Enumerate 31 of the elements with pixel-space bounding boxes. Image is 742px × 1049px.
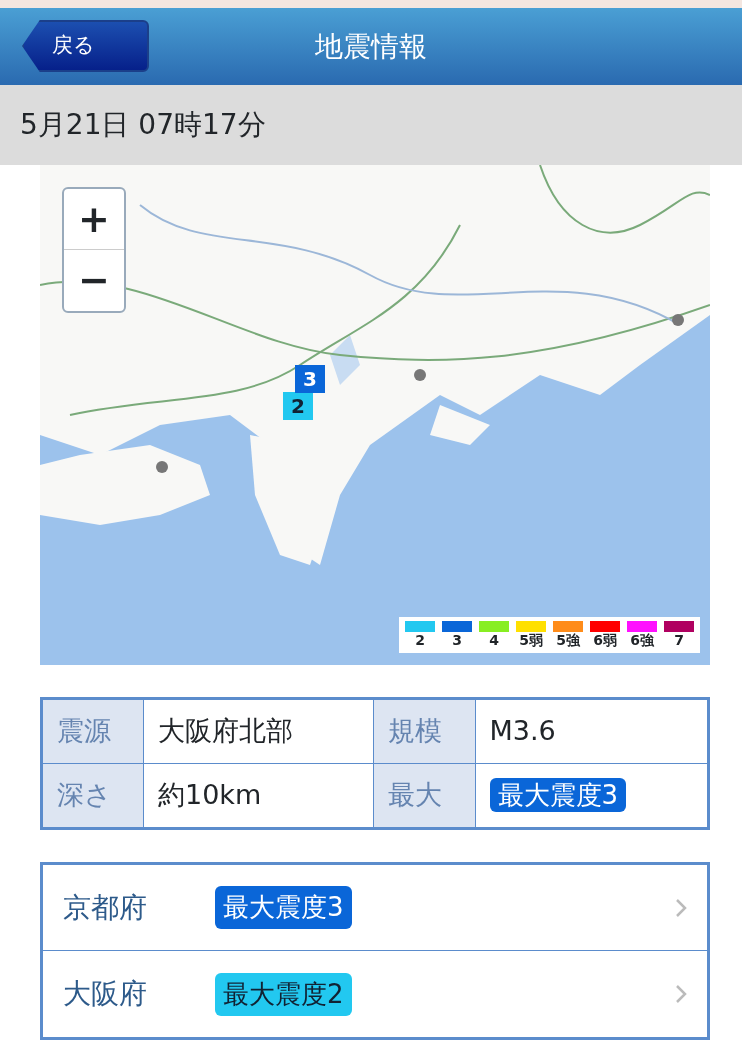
zoom-out-button[interactable]: − xyxy=(64,250,124,311)
intensity-badge: 最大震度2 xyxy=(215,972,352,1016)
legend-label: 6弱 xyxy=(593,632,617,649)
info-value: 大阪府北部 xyxy=(158,715,293,747)
region-row[interactable]: 大阪府 最大震度2 xyxy=(43,951,707,1037)
info-label: 最大 xyxy=(373,763,476,829)
legend-label: 3 xyxy=(452,632,462,649)
back-button[interactable]: 戻る xyxy=(22,20,149,72)
region-row[interactable]: 京都府 最大震度3 xyxy=(43,865,707,951)
chevron-right-icon xyxy=(675,897,687,918)
legend-label: 7 xyxy=(674,632,684,649)
legend-label: 4 xyxy=(489,632,499,649)
intensity-badge: 最大震度3 xyxy=(489,778,627,813)
screen-title: 地震情報 xyxy=(315,28,427,65)
legend-label: 2 xyxy=(415,632,425,649)
date-time: 5月21日 07時17分 xyxy=(20,107,266,143)
legend-label: 6強 xyxy=(630,632,654,649)
info-label: 規模 xyxy=(373,698,476,764)
legend-label: 5強 xyxy=(556,632,580,649)
region-name: 京都府 xyxy=(63,889,148,926)
chevron-right-icon xyxy=(675,984,687,1004)
info-value: 約10km xyxy=(158,779,262,811)
zoom-in-button[interactable]: + xyxy=(64,189,124,250)
info-label: 震源 xyxy=(41,698,144,764)
intensity-badge: 最大震度3 xyxy=(215,886,352,929)
info-label: 深さ xyxy=(41,763,144,829)
legend-label: 5弱 xyxy=(519,632,543,649)
info-value: M3.6 xyxy=(489,715,556,747)
region-name: 大阪府 xyxy=(63,976,148,1012)
intensity-marker: 3 xyxy=(295,365,325,393)
intensity-marker: 2 xyxy=(283,392,313,420)
